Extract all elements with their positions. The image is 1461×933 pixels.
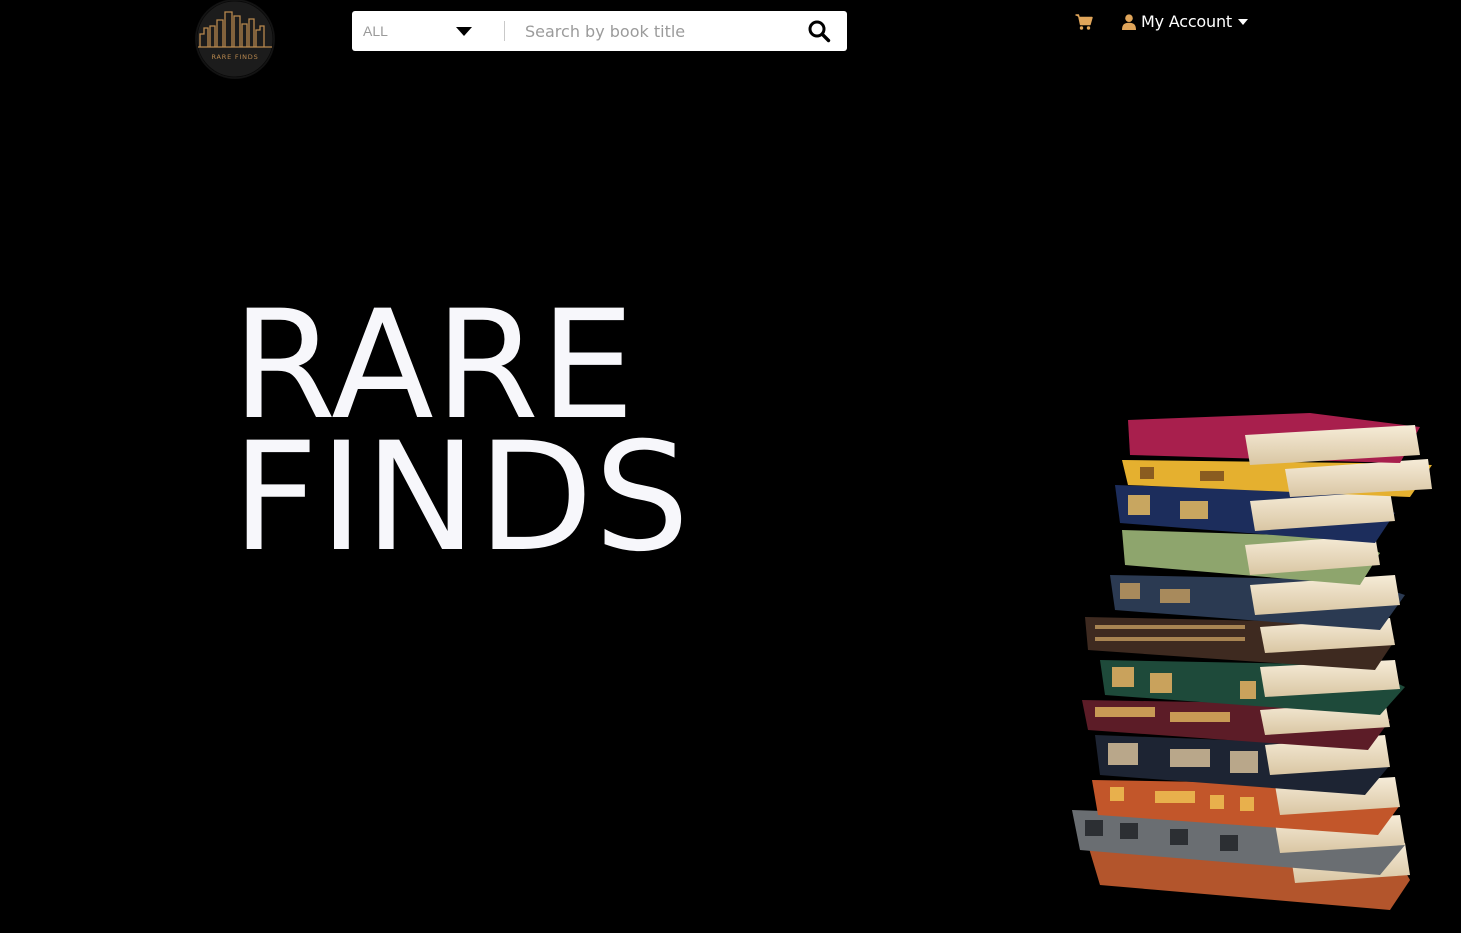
book-stack-image	[1072, 413, 1432, 910]
search-icon	[808, 20, 831, 43]
search-bar: ALL	[352, 11, 847, 51]
logo[interactable]: RARE FINDS	[196, 0, 274, 78]
hero-title-line-2: FINDS	[232, 411, 691, 585]
cart-icon[interactable]	[1075, 13, 1093, 31]
my-account-label: My Account	[1141, 12, 1232, 31]
search-input[interactable]	[505, 12, 791, 50]
page: RARE FINDS ALL My Account RA	[0, 0, 1461, 933]
caret-down-icon	[1237, 18, 1248, 25]
category-select[interactable]: ALL	[352, 11, 492, 51]
user-icon	[1122, 13, 1136, 30]
logo-text: RARE FINDS	[211, 53, 258, 61]
my-account-menu[interactable]: My Account	[1122, 12, 1248, 31]
caret-down-icon	[456, 26, 472, 36]
logo-skyline-icon: RARE FINDS	[196, 0, 274, 78]
search-button[interactable]	[791, 11, 847, 51]
hero-title: RARE FINDS	[232, 291, 691, 585]
category-select-value: ALL	[363, 23, 388, 39]
